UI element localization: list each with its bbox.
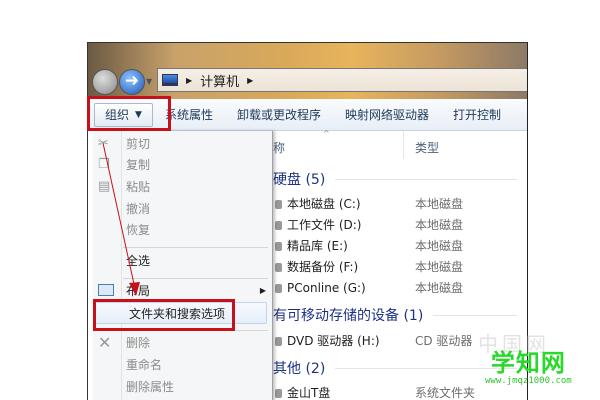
watermark-url: www.jmqz1000.com xyxy=(485,376,572,386)
watermark-name: 学知网 xyxy=(490,349,566,377)
site-watermark: 学知网 www.jmqz1000.com xyxy=(485,350,572,386)
